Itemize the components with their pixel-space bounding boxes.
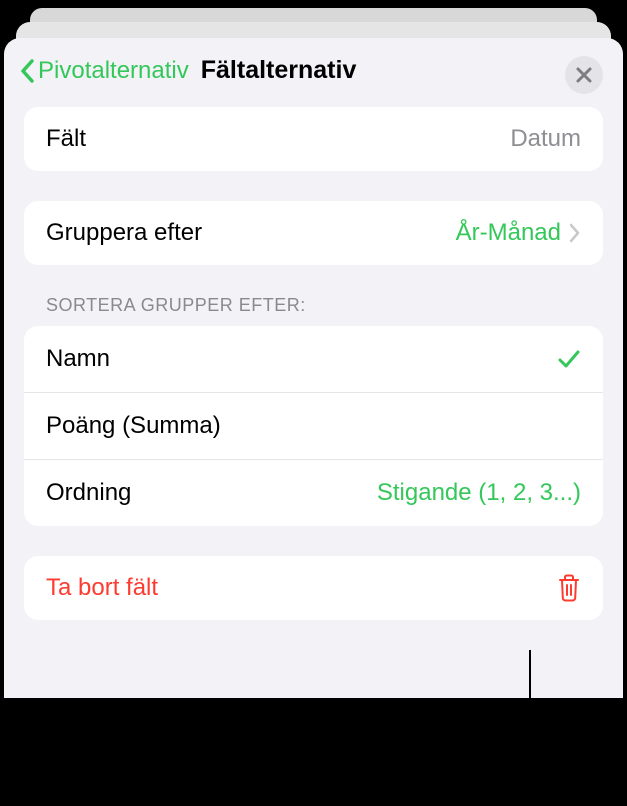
sort-option-label: Namn [46, 345, 110, 373]
field-options-sheet: Pivotalternativ Fältalternativ Fält Datu… [4, 38, 623, 698]
chevron-right-icon [569, 223, 581, 243]
callout-text: Tryck för att ta bort det här fältet frå… [130, 733, 565, 798]
sort-option-points[interactable]: Poäng (Summa) [24, 392, 603, 459]
chevron-left-icon [18, 57, 36, 85]
sort-option-name[interactable]: Namn [24, 326, 603, 392]
group-by-card: Gruppera efter År-Månad [24, 201, 603, 265]
sort-section-header: SORTERA GRUPPER EFTER: [46, 295, 603, 316]
sheet-header: Pivotalternativ Fältalternativ [4, 38, 623, 99]
callout-line [529, 650, 531, 720]
page-title: Fältalternativ [201, 56, 357, 85]
back-button[interactable]: Pivotalternativ [18, 57, 189, 85]
sort-option-label: Poäng (Summa) [46, 412, 221, 440]
sort-order-label: Ordning [46, 479, 131, 507]
back-label: Pivotalternativ [38, 57, 189, 85]
delete-card: Ta bort fält [24, 556, 603, 620]
close-button[interactable] [565, 56, 603, 94]
group-by-value: År-Månad [456, 219, 561, 247]
group-by-label: Gruppera efter [46, 219, 202, 247]
field-label: Fält [46, 125, 86, 153]
trash-icon [557, 574, 581, 602]
delete-field-button[interactable]: Ta bort fält [24, 556, 603, 620]
sort-order-row[interactable]: Ordning Stigande (1, 2, 3...) [24, 459, 603, 526]
checkmark-icon [557, 348, 581, 370]
sort-order-value: Stigande (1, 2, 3...) [377, 479, 581, 507]
sort-card: Namn Poäng (Summa) Ordning Stigande (1, … [24, 326, 603, 526]
field-row: Fält Datum [24, 107, 603, 171]
group-by-row[interactable]: Gruppera efter År-Månad [24, 201, 603, 265]
callout-line2: fältet från pivottabellen. [130, 766, 565, 799]
delete-label: Ta bort fält [46, 574, 158, 602]
close-icon [575, 66, 593, 84]
field-card: Fält Datum [24, 107, 603, 171]
callout-line1: Tryck för att ta bort det här [130, 733, 565, 766]
field-value: Datum [510, 125, 581, 153]
